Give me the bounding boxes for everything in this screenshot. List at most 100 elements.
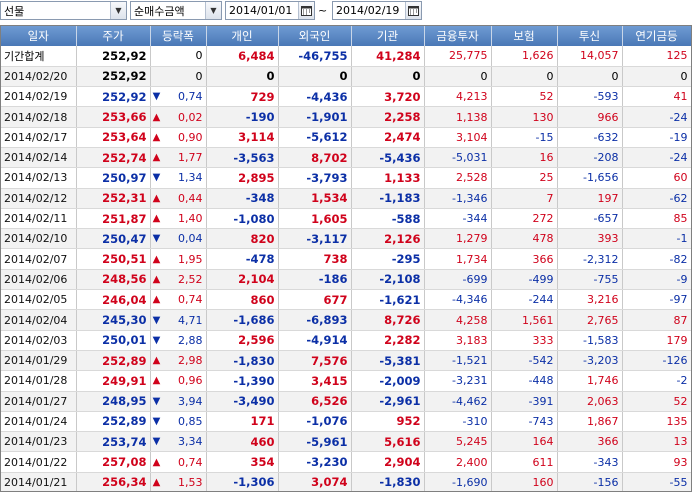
insurance-cell: 7 <box>491 188 558 209</box>
date-cell: 2014/02/11 <box>1 208 77 230</box>
change-cell: ▲ 0,74 <box>150 451 207 473</box>
foreign-cell: -4,914 <box>278 330 352 351</box>
price-cell: 250,01 <box>76 330 151 351</box>
fin-invest-cell: 3,104 <box>424 127 492 148</box>
institution-cell: -295 <box>351 248 425 270</box>
column-header[interactable]: 투신 <box>557 26 623 46</box>
date-cell: 2014/02/17 <box>1 127 77 148</box>
fin-invest-cell: 1,734 <box>424 248 492 270</box>
date-from-value: 2014/01/01 <box>229 4 293 17</box>
column-header[interactable]: 금융투자 <box>424 26 492 46</box>
table-row[interactable]: 2014/02/13 250,97 ▼ 1,34 2,895 -3,793 1,133 2,5… <box>1 167 691 189</box>
calendar-icon[interactable] <box>298 2 314 19</box>
summary-insurance: 1,626 <box>491 46 558 67</box>
date-range-separator: ~ <box>318 4 328 17</box>
date-to-field[interactable]: 2014/02/19 <box>332 1 422 20</box>
individual-cell: 171 <box>206 411 279 433</box>
date-from-field[interactable]: 2014/01/01 <box>225 1 315 20</box>
column-header[interactable]: 보험 <box>491 26 558 46</box>
summary-foreign: -46,755 <box>278 46 352 67</box>
date-cell: 2014/02/04 <box>1 309 77 331</box>
header-row: 일자 주가 등락폭 개인 외국인 기관 금융투자 보험 투신 연기금등 <box>1 26 691 46</box>
table-row[interactable]: 2014/02/03 250,01 ▼ 2,88 2,596 -4,914 2,282 3,1… <box>1 330 691 351</box>
fin-invest-cell: -5,031 <box>424 147 492 169</box>
table-row[interactable]: 2014/01/23 253,74 ▼ 3,34 460 -5,961 5,616 5,245… <box>1 431 691 453</box>
table-row[interactable]: 2014/02/12 252,31 ▲ 0,44 -348 1,534 -1,183 -1,3… <box>1 188 691 209</box>
individual-cell: -1,830 <box>206 350 279 372</box>
summary-row[interactable]: 기간합계 252,92 0 6,484 -46,755 41,284 25,77… <box>1 46 691 67</box>
trust-cell: -632 <box>557 127 623 148</box>
trust-cell: 966 <box>557 106 623 128</box>
date-cell: 2014/02/14 <box>1 147 77 169</box>
price-cell: 252,92 <box>76 86 151 108</box>
type-select[interactable]: 순매수금액 ▼ <box>130 1 222 20</box>
table-row[interactable]: 2014/01/28 249,91 ▲ 0,96 -1,390 3,415 -2,009 -3… <box>1 370 691 392</box>
fin-invest-cell: -4,462 <box>424 391 492 412</box>
table-row[interactable]: 2014/02/10 250,47 ▼ 0,04 820 -3,117 2,126 1,279… <box>1 228 691 250</box>
fin-invest-cell: 2,400 <box>424 451 492 473</box>
change-value: 4,71 <box>178 313 203 327</box>
pension-cell: -126 <box>622 350 691 372</box>
table-row[interactable]: 2014/01/29 252,89 ▲ 2,98 -1,830 7,576 -5,381 -1… <box>1 350 691 372</box>
table-row[interactable]: 2014/02/19 252,92 ▼ 0,74 729 -4,436 3,720 4,213… <box>1 86 691 108</box>
market-select[interactable]: 선물 ▼ <box>0 1 127 20</box>
table-row[interactable]: 2014/01/22 257,08 ▲ 0,74 354 -3,230 2,904 2,400… <box>1 451 691 473</box>
change-cell: ▼ 0,04 <box>150 228 207 250</box>
fin-invest-cell: -3,231 <box>424 370 492 392</box>
individual-cell: -1,686 <box>206 309 279 331</box>
calendar-icon[interactable] <box>405 2 421 19</box>
table-row[interactable]: 2014/01/24 252,89 ▼ 0,85 171 -1,076 952 -310 -74… <box>1 411 691 433</box>
change-value: 1,53 <box>178 475 203 489</box>
institution-cell: -5,436 <box>351 147 425 169</box>
column-header[interactable]: 등락폭 <box>150 26 207 46</box>
table-row[interactable]: 2014/02/06 248,56 ▲ 2,52 2,104 -186 -2,108 -699… <box>1 269 691 291</box>
fin-invest-cell: -1,346 <box>424 188 492 209</box>
column-header[interactable]: 외국인 <box>278 26 352 46</box>
table-row[interactable]: 2014/02/07 250,51 ▲ 1,95 -478 738 -295 1,734 366… <box>1 248 691 270</box>
table-row[interactable]: 2014/02/04 245,30 ▼ 4,71 -1,686 -6,893 8,726 4,… <box>1 309 691 331</box>
change-cell: ▼ 3,94 <box>150 391 207 412</box>
change-cell: ▼ 0,74 <box>150 86 207 108</box>
triangle-up-icon: ▲ <box>152 294 161 306</box>
column-header[interactable]: 연기금등 <box>622 26 691 46</box>
chevron-down-icon[interactable]: ▼ <box>205 2 221 19</box>
price-cell: 251,87 <box>76 208 151 230</box>
pension-cell: -97 <box>622 289 691 311</box>
triangle-down-icon: ▼ <box>152 415 161 427</box>
foreign-cell: 3,415 <box>278 370 352 392</box>
change-value: 3,34 <box>178 435 203 449</box>
table-row[interactable]: 2014/02/14 252,74 ▲ 1,77 -3,563 8,702 -5,436 -5… <box>1 147 691 169</box>
triangle-up-icon: ▲ <box>152 375 161 387</box>
pension-cell: 41 <box>622 86 691 108</box>
column-header[interactable]: 기관 <box>351 26 425 46</box>
insurance-cell: 130 <box>491 106 558 128</box>
date-cell: 2014/02/12 <box>1 188 77 209</box>
insurance-cell: 1,561 <box>491 309 558 331</box>
institution-cell: -2,961 <box>351 391 425 412</box>
institution-cell: 8,726 <box>351 309 425 331</box>
table-row[interactable]: 2014/01/27 248,95 ▼ 3,94 -3,490 6,526 -2,961 -4… <box>1 391 691 412</box>
table-row[interactable]: 2014/02/20 252,92 0 0 0 0 0 0 0 0 <box>1 66 691 88</box>
pension-cell: -2 <box>622 370 691 392</box>
table-row[interactable]: 2014/02/18 253,66 ▲ 0,02 -190 -1,901 2,258 1,13… <box>1 106 691 128</box>
date-cell: 2014/01/28 <box>1 370 77 392</box>
chevron-down-icon[interactable]: ▼ <box>110 2 126 19</box>
foreign-cell: 1,605 <box>278 208 352 230</box>
column-header[interactable]: 일자 <box>1 26 77 46</box>
table-row[interactable]: 2014/02/05 246,04 ▲ 0,74 860 677 -1,621 -4,346-… <box>1 289 691 311</box>
fin-invest-cell: -310 <box>424 411 492 433</box>
triangle-down-icon: ▼ <box>152 233 161 245</box>
price-cell: 256,34 <box>76 472 151 491</box>
pension-cell: 135 <box>622 411 691 433</box>
column-header[interactable]: 개인 <box>206 26 279 46</box>
table-row[interactable]: 2014/02/17 253,64 ▲ 0,90 3,114 -5,612 2,474 3,1… <box>1 127 691 148</box>
column-header[interactable]: 주가 <box>76 26 151 46</box>
institution-cell: -5,381 <box>351 350 425 372</box>
trust-cell: 197 <box>557 188 623 209</box>
individual-cell: -3,563 <box>206 147 279 169</box>
change-value: 0,74 <box>178 90 203 104</box>
table-row[interactable]: 2014/01/21 256,34 ▲ 1,53 -1,306 3,074 -1,830 -1… <box>1 472 691 491</box>
insurance-cell: -448 <box>491 370 558 392</box>
table-row[interactable]: 2014/02/11 251,87 ▲ 1,40 -1,080 1,605 -588 -344… <box>1 208 691 230</box>
trust-cell: -657 <box>557 208 623 230</box>
